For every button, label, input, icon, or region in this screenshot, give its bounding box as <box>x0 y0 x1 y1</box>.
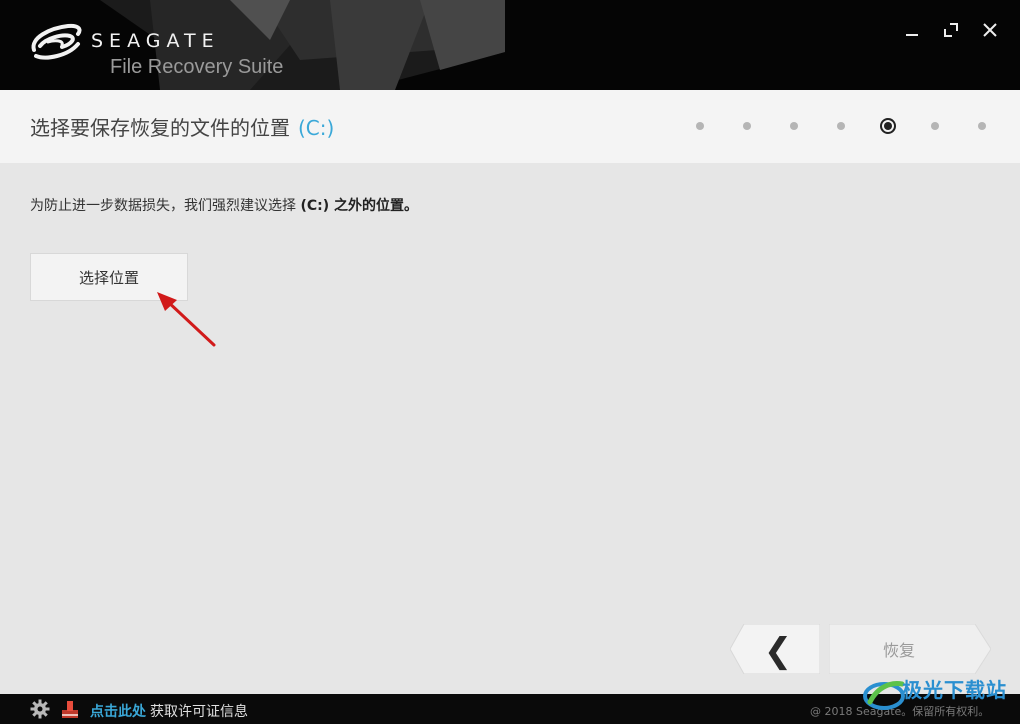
step-dot <box>931 122 939 130</box>
notice-suffix: 之外的位置。 <box>329 198 418 214</box>
notice-drive: (C:) <box>300 198 330 214</box>
watermark-logo-icon <box>863 681 905 710</box>
step-title-drive: (C:) <box>298 116 335 140</box>
step-dot <box>978 122 986 130</box>
annotation-arrow-icon <box>157 292 216 347</box>
license-text: 获取许可证信息 <box>150 704 248 720</box>
step-dot <box>696 122 704 130</box>
gear-icon[interactable] <box>30 699 50 719</box>
close-icon <box>983 23 997 37</box>
step-title-text: 选择要保存恢复的文件的位置 <box>30 116 290 140</box>
close-button[interactable] <box>976 16 1004 44</box>
maximize-button[interactable] <box>937 16 965 44</box>
step-dot-current <box>880 118 896 134</box>
brand-name: SEAGATE <box>91 30 220 52</box>
chevron-left-icon: ❮ <box>764 631 793 671</box>
back-button[interactable]: ❮ <box>730 624 820 674</box>
notice-prefix: 为防止进一步数据损失，我们强烈建议选择 <box>30 198 301 214</box>
product-name: File Recovery Suite <box>110 56 284 78</box>
step-title: 选择要保存恢复的文件的位置 (C:) <box>30 112 334 141</box>
step-dot <box>743 122 751 130</box>
step-dot <box>837 122 845 130</box>
recover-button[interactable] <box>829 624 991 674</box>
license-link[interactable]: 点击此处 <box>90 701 146 721</box>
watermark-text: 极光下载站 <box>902 678 1007 702</box>
step-header: 选择要保存恢复的文件的位置 (C:) <box>0 90 1020 163</box>
step-dot <box>790 122 798 130</box>
seagate-logo-icon <box>31 23 82 60</box>
title-bar: SEAGATE File Recovery Suite <box>0 0 1020 90</box>
license-icon[interactable] <box>61 699 79 719</box>
location-notice: 为防止进一步数据损失，我们强烈建议选择 (C:) 之外的位置。 <box>30 195 418 215</box>
minimize-button[interactable] <box>898 16 926 44</box>
minimize-icon <box>906 34 918 36</box>
maximize-icon <box>944 23 958 37</box>
